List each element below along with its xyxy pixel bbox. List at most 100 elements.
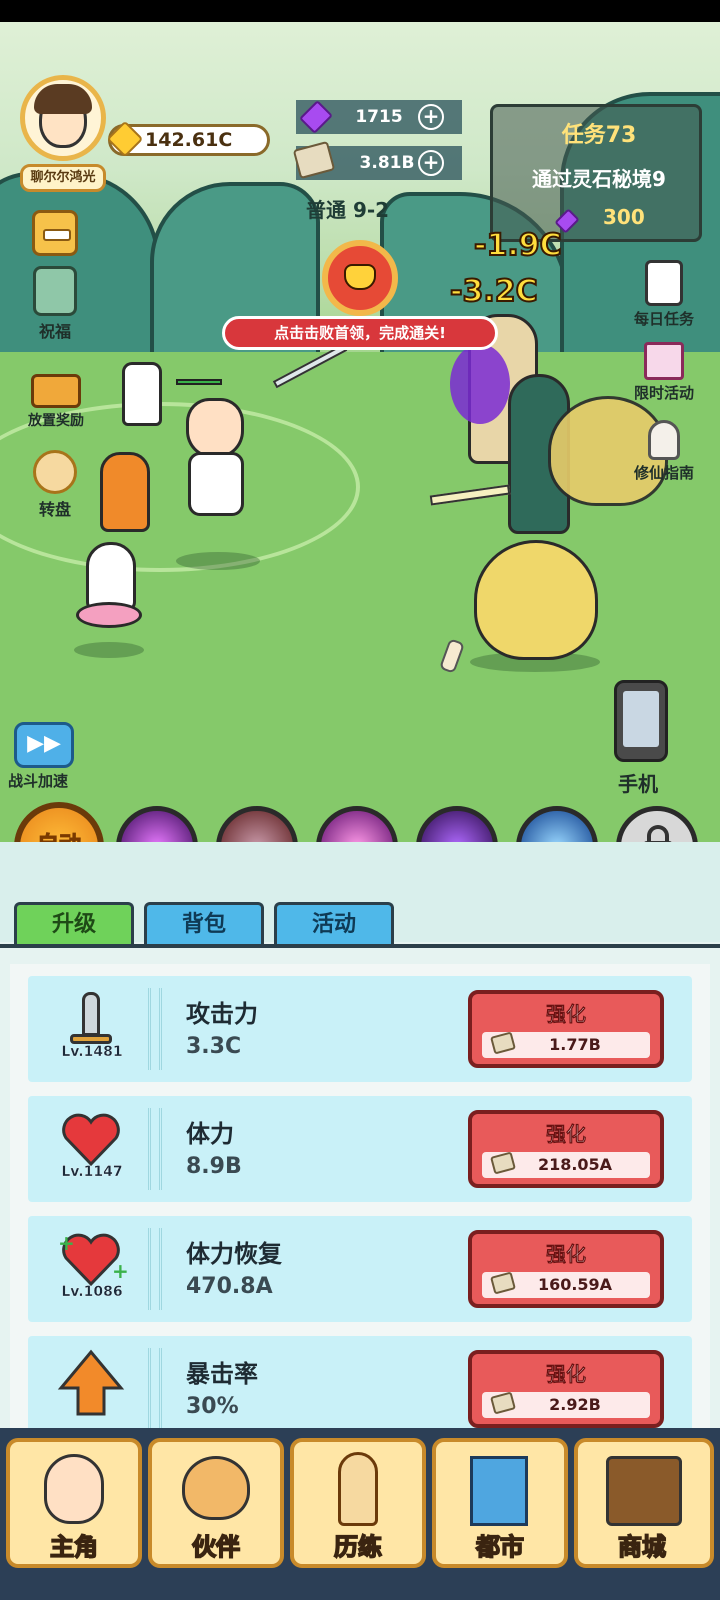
- ally-red-hair[interactable]: [100, 452, 150, 532]
- chest-icon: [31, 374, 81, 408]
- nav-label: 商城: [617, 1532, 667, 1562]
- building-icon: [470, 1456, 528, 1526]
- wheel-button[interactable]: 转盘: [20, 450, 90, 520]
- gem-count: 1715: [355, 107, 403, 127]
- party-popper-icon: [644, 342, 684, 380]
- svg-text:+: +: [58, 1231, 75, 1255]
- immortal-icon: [648, 420, 680, 460]
- divider-pattern: [148, 988, 162, 1070]
- nav-city[interactable]: 都市: [432, 1438, 568, 1568]
- limited-event-button[interactable]: 限时活动: [614, 342, 714, 403]
- cat-icon: [182, 1456, 250, 1520]
- signboard-icon: [338, 1452, 378, 1526]
- idle-reward-button[interactable]: 放置奖励: [14, 374, 98, 430]
- upgrade-attack-button[interactable]: 强化 1.77B: [468, 990, 664, 1068]
- blessing-label: 祝福: [38, 322, 71, 341]
- ally-priest[interactable]: [122, 362, 162, 426]
- level-label: Lv.1147: [61, 1164, 123, 1180]
- shop-stall-icon: [606, 1456, 682, 1526]
- hero-body: [188, 452, 244, 516]
- player-name: 聊尔尔鸿光: [20, 164, 106, 192]
- divider-pattern: [148, 1108, 162, 1190]
- boss-banner[interactable]: 点击击败首领，完成通关!: [222, 316, 498, 350]
- blessing-button[interactable]: 祝福: [20, 266, 90, 342]
- level-label: Lv.1086: [61, 1284, 123, 1300]
- hero-portrait-icon: [44, 1454, 104, 1524]
- nav-label: 都市: [475, 1532, 525, 1562]
- wheel-icon: [33, 450, 77, 494]
- stat-name: 暴击率: [186, 1360, 258, 1388]
- fast-forward-icon: ▶▶: [27, 731, 61, 756]
- nav-training[interactable]: 历练: [290, 1438, 426, 1568]
- sword-icon: [46, 988, 136, 1078]
- upgrade-row-regen: + + Lv.1086 体力恢复 470.8A 强化 160.59A: [28, 1216, 692, 1322]
- stat-name: 体力恢复: [186, 1240, 282, 1268]
- damage-number: -3.2C: [449, 273, 539, 310]
- shadow: [74, 642, 144, 658]
- tab-activity[interactable]: 活动: [274, 902, 394, 946]
- hero-character[interactable]: [186, 398, 244, 458]
- stat-value: 8.9B: [186, 1154, 242, 1179]
- svg-text:+: +: [112, 1259, 129, 1283]
- idle-reward-label: 放置奖励: [28, 413, 84, 429]
- upgrade-button-label: 强化: [546, 1002, 587, 1027]
- battle-speed-button[interactable]: ▶▶: [14, 722, 74, 768]
- cultivation-guide-button[interactable]: 修仙指南: [614, 420, 714, 483]
- cash-count: 3.81B: [359, 153, 415, 173]
- phone-label: 手机: [618, 772, 658, 796]
- divider-pattern: [148, 1348, 162, 1430]
- phone-button[interactable]: [614, 680, 668, 762]
- stat-name: 体力: [186, 1120, 234, 1148]
- add-gems-button[interactable]: +: [418, 104, 444, 130]
- stat-value: 30%: [186, 1394, 239, 1419]
- upgrade-list[interactable]: Lv.1481 攻击力 3.3C 强化 1.77B Lv.1147 体力 8.9…: [10, 964, 710, 1434]
- upgrade-button-label: 强化: [546, 1362, 587, 1387]
- stat-value: 3.3C: [186, 1034, 242, 1059]
- upgrade-stamina-button[interactable]: 强化 218.05A: [468, 1110, 664, 1188]
- purple-effect: [450, 344, 510, 424]
- tab-backpack[interactable]: 背包: [144, 902, 264, 946]
- lotus-seat: [76, 602, 142, 628]
- limited-event-label: 限时活动: [633, 384, 694, 402]
- add-cash-button[interactable]: +: [418, 150, 444, 176]
- boss-challenge-button[interactable]: [322, 240, 398, 316]
- heart-plus-icon: + +: [46, 1228, 136, 1318]
- damage-number: -1.9C: [473, 227, 563, 264]
- upgrade-row-attack: Lv.1481 攻击力 3.3C 强化 1.77B: [28, 976, 692, 1082]
- nav-label: 伙伴: [191, 1532, 241, 1562]
- player-avatar[interactable]: [20, 75, 106, 161]
- upgrade-crit-button[interactable]: 强化 2.92B: [468, 1350, 664, 1428]
- tab-upgrade[interactable]: 升级: [14, 902, 134, 946]
- upgrade-row-crit: 暴击率 30% 强化 2.92B: [28, 1336, 692, 1434]
- divider-pattern: [148, 1228, 162, 1310]
- daily-task-button[interactable]: 每日任务: [614, 260, 714, 329]
- task-description: 通过灵石秘境9: [532, 167, 666, 191]
- nav-label: 历练: [333, 1532, 383, 1562]
- cultivation-guide-label: 修仙指南: [633, 464, 694, 482]
- stage-label: 普通 9-2: [306, 198, 390, 222]
- nav-hero[interactable]: 主角: [6, 1438, 142, 1568]
- phone-icon: [623, 691, 659, 747]
- shadow: [176, 552, 260, 570]
- collapse-button[interactable]: [32, 210, 78, 256]
- heart-icon: [46, 1108, 136, 1198]
- nav-label: 主角: [49, 1532, 99, 1562]
- task-panel[interactable]: 任务73 通过灵石秘境9 300: [490, 104, 702, 242]
- upgrade-button-label: 强化: [546, 1242, 587, 1267]
- enemy-toad-front[interactable]: [474, 540, 598, 660]
- upgrade-button-label: 强化: [546, 1122, 587, 1147]
- avatar-hair: [34, 84, 92, 114]
- nav-shop[interactable]: 商城: [574, 1438, 714, 1568]
- stat-name: 攻击力: [186, 1000, 258, 1028]
- battle-speed-label: 战斗加速: [8, 772, 69, 790]
- daily-task-label: 每日任务: [633, 310, 694, 328]
- status-bar: [0, 0, 720, 22]
- wheel-label: 转盘: [38, 500, 71, 519]
- stat-value: 470.8A: [186, 1274, 273, 1299]
- tab-divider: [0, 944, 720, 948]
- upgrade-regen-button[interactable]: 强化 160.59A: [468, 1230, 664, 1308]
- task-title: 任务73: [561, 123, 637, 148]
- level-label: Lv.1481: [61, 1044, 123, 1060]
- upgrade-row-stamina: Lv.1147 体力 8.9B 强化 218.05A: [28, 1096, 692, 1202]
- nav-partner[interactable]: 伙伴: [148, 1438, 284, 1568]
